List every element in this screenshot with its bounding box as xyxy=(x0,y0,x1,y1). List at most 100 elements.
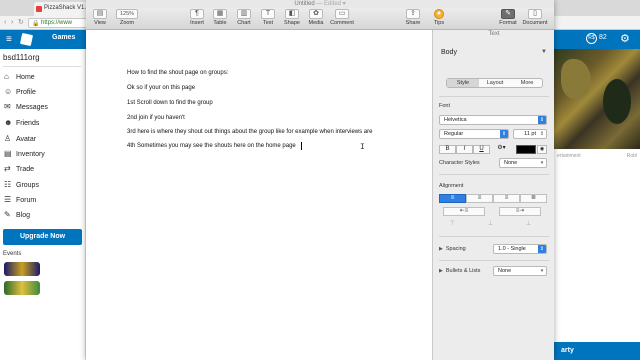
home-icon: ⌂ xyxy=(4,72,9,81)
document-title[interactable]: Untitled xyxy=(294,1,314,7)
doc-paragraph[interactable]: 4th Sometimes you may see the shouts her… xyxy=(127,143,296,149)
lightbulb-icon: ● xyxy=(434,9,444,19)
insert-button[interactable]: ¶ Insert xyxy=(188,9,206,30)
favicon-icon xyxy=(36,6,42,12)
media-button[interactable]: ✿ Media xyxy=(307,9,325,30)
sidebar-item-inventory[interactable]: ▤ Inventory xyxy=(4,149,45,163)
chevron-down-icon: ▾ xyxy=(540,160,544,166)
reload-icon[interactable]: ↻ xyxy=(18,19,26,27)
font-weight-select[interactable]: Regular ⇕ xyxy=(439,129,509,139)
bullets-select[interactable]: None ▾ xyxy=(493,266,547,276)
shape-label: Shape xyxy=(284,20,300,26)
thumbnail-caption: Robl ertainment xyxy=(557,153,637,159)
document-label: Document xyxy=(522,20,548,26)
address-bar[interactable]: 🔒 https://www xyxy=(28,18,88,28)
sidebar-item-trade[interactable]: ⇄ Trade xyxy=(4,164,34,178)
tab-more[interactable]: More xyxy=(511,79,543,87)
menu-icon[interactable]: ≡ xyxy=(6,34,12,45)
comment-button[interactable]: ▭ Comment xyxy=(330,9,354,30)
text-caret xyxy=(301,142,302,150)
game-thumbnail[interactable] xyxy=(553,49,640,149)
view-button[interactable]: ▤ View xyxy=(92,9,108,30)
italic-button[interactable]: I xyxy=(456,145,473,154)
sidebar-item-avatar[interactable]: ♙ Avatar xyxy=(4,134,36,148)
party-banner[interactable]: arty xyxy=(553,342,640,360)
tips-button[interactable]: ● Tips xyxy=(431,9,447,30)
document-button[interactable]: ▯ Document xyxy=(522,9,548,30)
share-button[interactable]: ⇪ Share xyxy=(404,9,422,30)
document-canvas[interactable]: How to find the shout page on groups: Ok… xyxy=(86,30,432,360)
avatar-icon: ♙ xyxy=(4,134,12,143)
gear-icon[interactable]: ⚙ xyxy=(620,32,630,45)
address-text: https://www xyxy=(41,20,73,26)
text-color-well[interactable] xyxy=(516,145,536,154)
font-size-stepper[interactable]: 11 pt ⇕ xyxy=(513,129,547,139)
bullets-row[interactable]: ▶ Bullets & Lists xyxy=(439,268,480,274)
tab-style[interactable]: Style xyxy=(447,79,479,87)
text-button[interactable]: T Text xyxy=(260,9,276,30)
align-justify-button[interactable]: ≣ xyxy=(520,194,547,203)
profile-icon: ☺ xyxy=(4,87,13,96)
chart-button[interactable]: ▥ Chart xyxy=(235,9,253,30)
character-styles-label: Character Styles xyxy=(439,160,480,166)
doc-paragraph[interactable]: 1st Scroll down to find the group xyxy=(127,100,213,106)
trade-icon: ⇄ xyxy=(4,164,11,173)
sidebar-item-groups[interactable]: ☷ Groups xyxy=(4,180,39,194)
doc-paragraph[interactable]: 2nd join if you haven't xyxy=(127,115,185,121)
text-label: Text xyxy=(262,20,274,26)
underline-button[interactable]: U xyxy=(473,145,490,154)
upgrade-now-button[interactable]: Upgrade Now xyxy=(3,229,82,245)
spacing-row[interactable]: ▶ Spacing xyxy=(439,246,466,252)
paragraph-style-select[interactable]: Body ▼ xyxy=(439,44,549,64)
shape-button[interactable]: ◧ Shape xyxy=(283,9,301,30)
nav-games-link[interactable]: Games xyxy=(52,34,75,41)
valign-top-button[interactable]: ⊤ xyxy=(439,221,466,230)
divider xyxy=(439,236,549,237)
decrease-indent-button[interactable]: ⇤≡ xyxy=(443,207,485,216)
edited-indicator[interactable]: — Edited ▾ xyxy=(316,1,345,7)
zoom-select[interactable]: 125% Zoom xyxy=(115,9,139,30)
font-family-select[interactable]: Helvetica ⇕ xyxy=(439,115,547,125)
site-logo-icon[interactable] xyxy=(19,32,34,47)
site-right-column: Robl ertainment arty xyxy=(553,49,640,360)
sidebar-item-friends[interactable]: ☻ Friends xyxy=(4,118,39,132)
character-styles-select[interactable]: None ▾ xyxy=(499,158,547,168)
sidebar-item-forum[interactable]: ☰ Forum xyxy=(4,195,36,209)
color-wheel-icon[interactable]: ◉ xyxy=(537,145,547,154)
valign-bottom-button[interactable]: ⊥ xyxy=(515,221,542,230)
table-button[interactable]: ▦ Table xyxy=(211,9,229,30)
caption-left: ertainment xyxy=(557,153,581,159)
valign-middle-button[interactable]: ⊥ xyxy=(477,221,504,230)
gear-icon[interactable]: ⚙▾ xyxy=(493,145,510,154)
inspector-header: Text xyxy=(488,31,500,37)
username[interactable]: bsd111org xyxy=(3,53,40,62)
bold-button[interactable]: B xyxy=(439,145,456,154)
align-right-button[interactable]: ≡ xyxy=(493,194,520,203)
sidebar-item-label: Messages xyxy=(16,104,48,111)
divider xyxy=(3,66,81,67)
alignment-label: Alignment xyxy=(439,183,464,189)
bullets-label: Bullets & Lists xyxy=(445,268,481,274)
media-label: Media xyxy=(308,20,324,26)
tab-layout[interactable]: Layout xyxy=(479,79,511,87)
sidebar-item-home[interactable]: ⌂ Home xyxy=(4,72,35,86)
events-label: Events xyxy=(3,251,22,257)
increase-indent-button[interactable]: ≡⇥ xyxy=(499,207,541,216)
document-page[interactable]: How to find the shout page on groups: Ok… xyxy=(86,30,432,360)
format-button[interactable]: ✎ Format xyxy=(497,9,519,30)
doc-paragraph[interactable]: Ok so if your on this page xyxy=(127,85,195,91)
sidebar-item-blog[interactable]: ✎ Blog xyxy=(4,210,30,224)
event-logo-voltron[interactable] xyxy=(4,262,40,276)
divider xyxy=(439,174,549,175)
align-center-button[interactable]: ≡ xyxy=(466,194,493,203)
event-logo-secondary[interactable] xyxy=(4,281,40,295)
align-left-button[interactable]: ≡ xyxy=(439,194,466,203)
doc-paragraph[interactable]: How to find the shout page on groups: xyxy=(127,70,228,76)
browser-tab[interactable]: PizzaShack V1.8 xyxy=(34,2,90,16)
spacing-select[interactable]: 1.0 - Single ⇕ xyxy=(493,244,547,254)
robux-balance[interactable]: R$ 82 xyxy=(586,33,607,44)
doc-paragraph[interactable]: 3rd here is where they shout out things … xyxy=(127,129,372,135)
sidebar-item-profile[interactable]: ☺ Profile xyxy=(4,87,36,101)
sidebar-item-messages[interactable]: ✉ Messages xyxy=(4,102,48,116)
zoom-value: 125% xyxy=(116,9,138,19)
